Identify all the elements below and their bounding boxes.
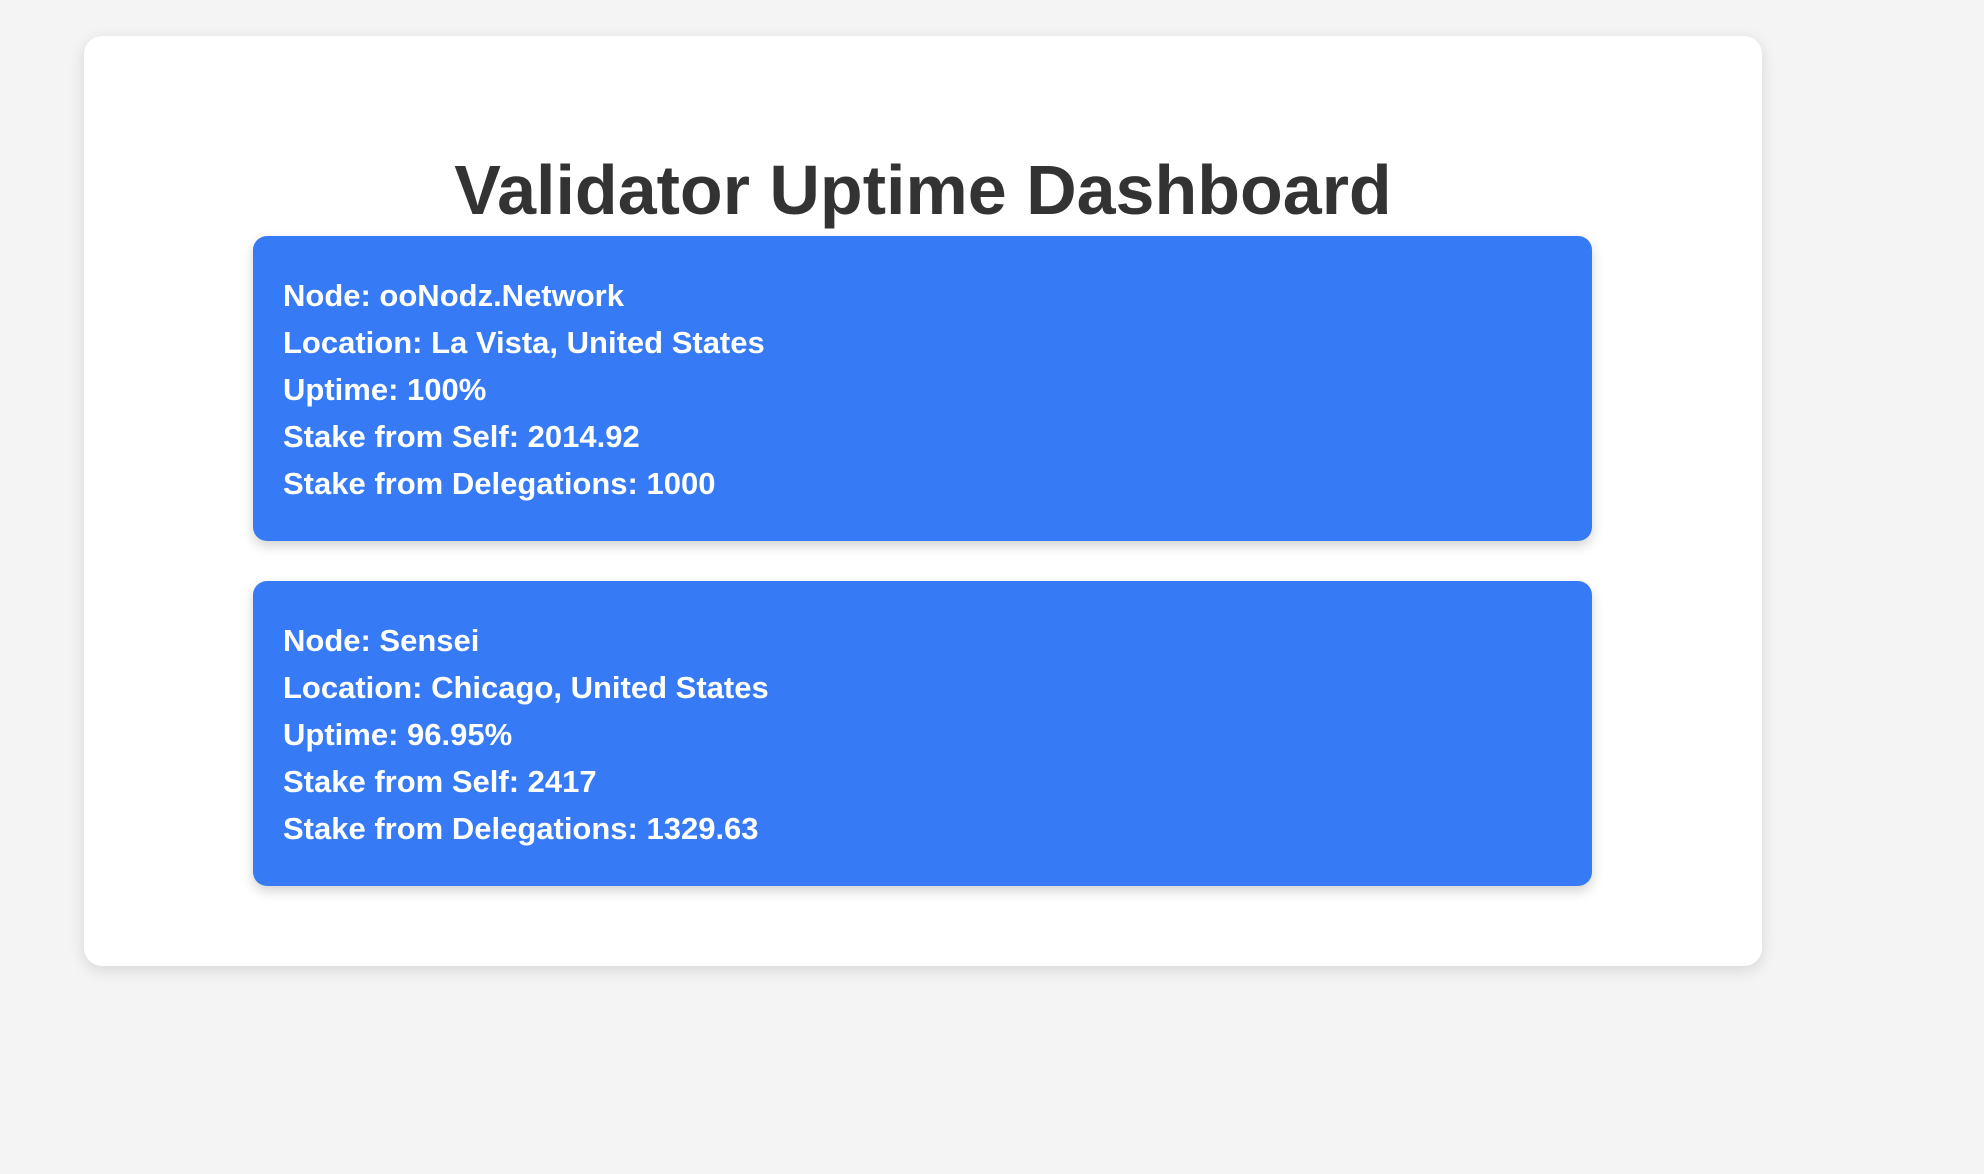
- validator-card-sensei: Node: Sensei Location: Chicago, United S…: [253, 581, 1592, 886]
- node-uptime: Uptime: 100%: [283, 372, 487, 407]
- node-uptime: Uptime: 96.95%: [283, 717, 513, 752]
- node-stake-self: Stake from Self: 2014.92: [283, 419, 640, 454]
- node-stake-self: Stake from Self: 2417: [283, 764, 597, 799]
- node-stake-delegations: Stake from Delegations: 1329.63: [283, 811, 759, 846]
- node-stake-delegations: Stake from Delegations: 1000: [283, 466, 716, 501]
- node-name: Node: Sensei: [283, 623, 480, 658]
- page-title: Validator Uptime Dashboard: [454, 151, 1392, 229]
- validator-card-oonodz: Node: ooNodz.Network Location: La Vista,…: [253, 236, 1592, 541]
- dashboard-panel: Validator Uptime Dashboard Node: ooNodz.…: [84, 36, 1762, 966]
- node-location: Location: La Vista, United States: [283, 325, 765, 360]
- node-location: Location: Chicago, United States: [283, 670, 769, 705]
- node-name: Node: ooNodz.Network: [283, 278, 624, 313]
